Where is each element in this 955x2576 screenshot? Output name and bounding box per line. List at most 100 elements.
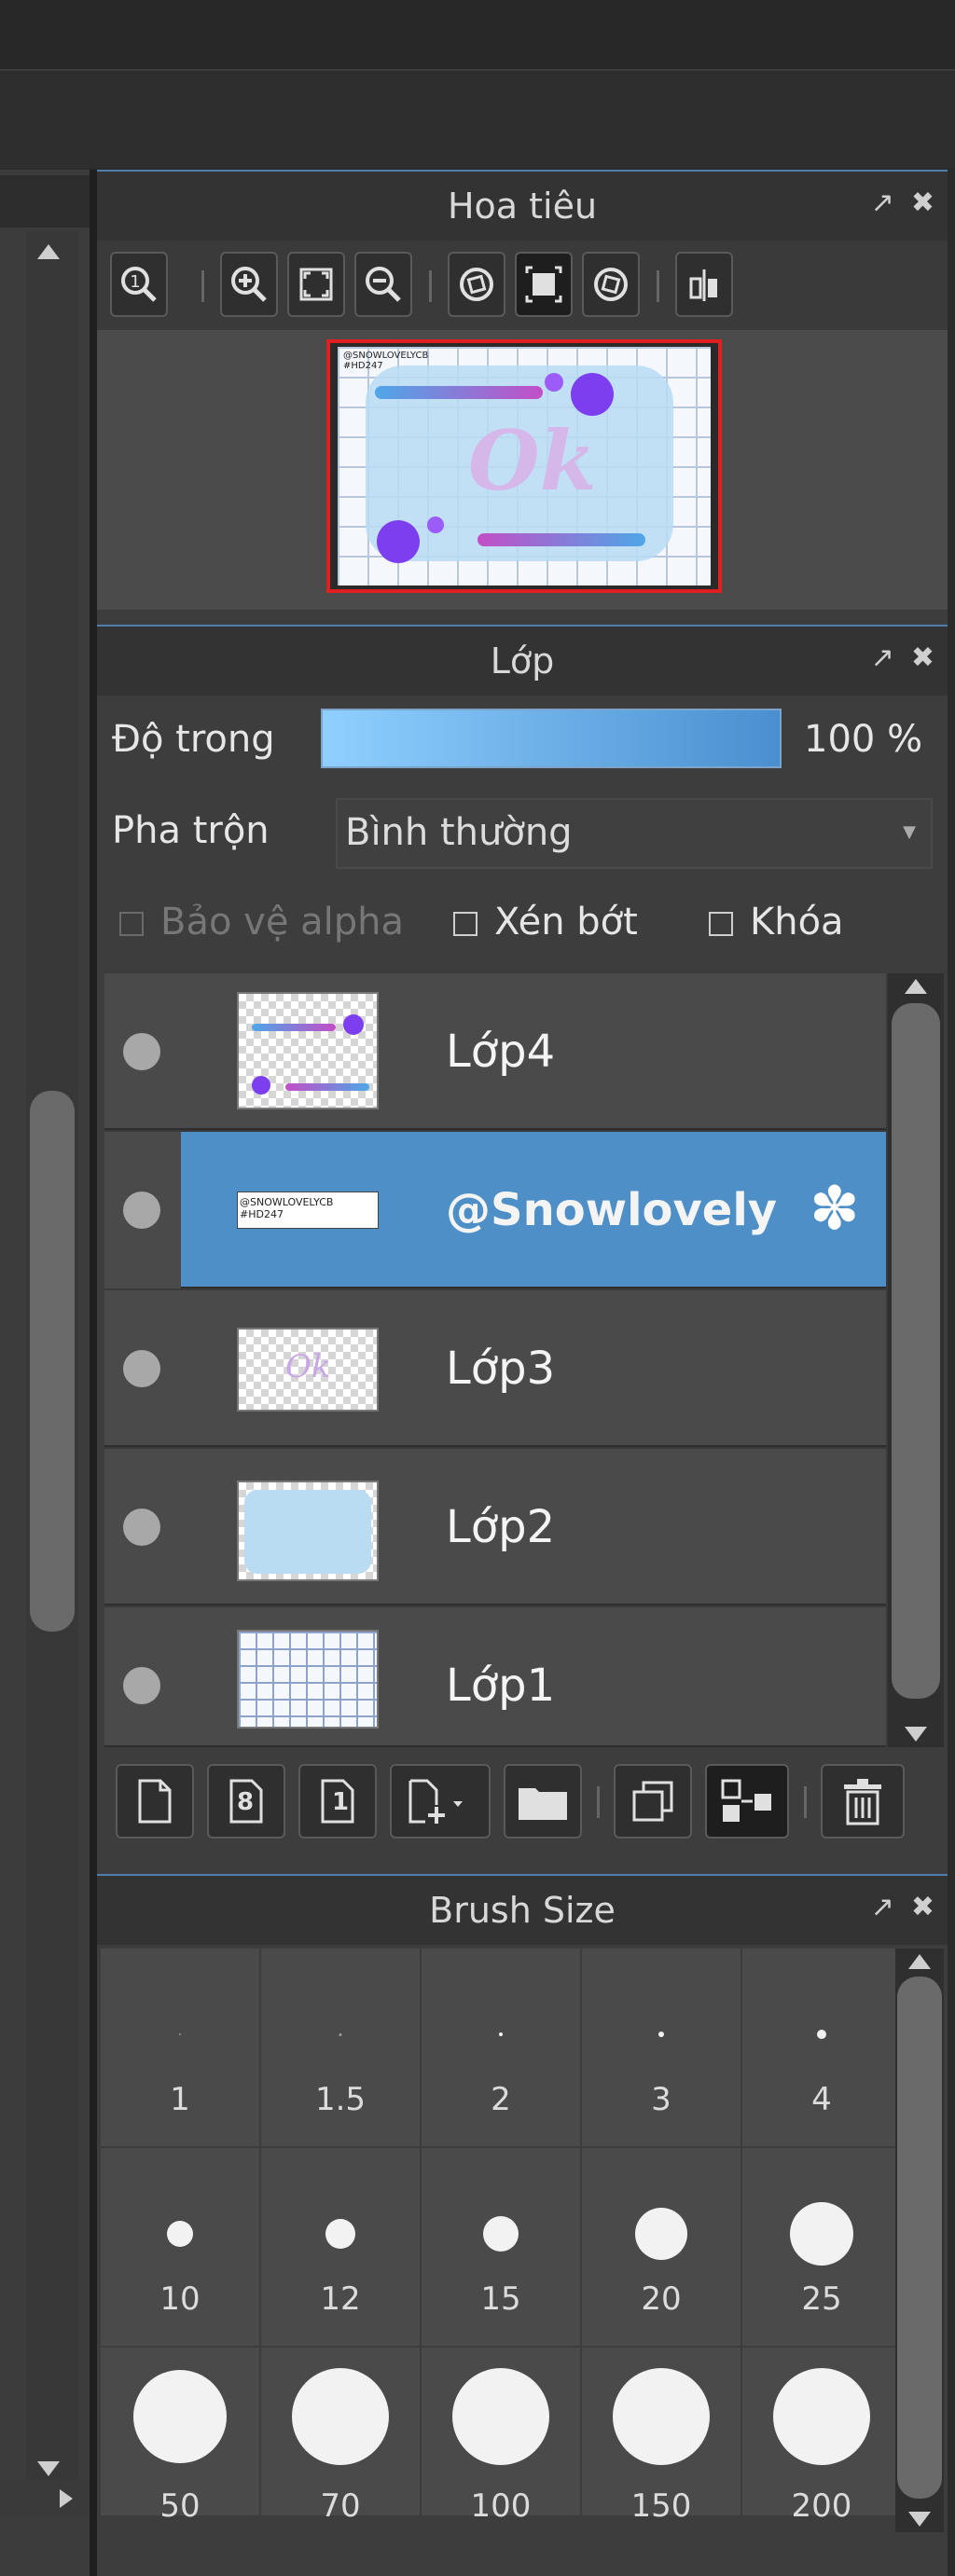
brush-size-label: 50 — [159, 2487, 201, 2525]
new-layer-icon[interactable] — [116, 1764, 194, 1839]
brush-size-cell[interactable]: 70 — [261, 2348, 420, 2525]
clip-label: Xén bớt — [494, 901, 638, 944]
scroll-down-arrow-icon[interactable] — [37, 2461, 60, 2476]
lock-label: Khóa — [750, 901, 844, 944]
brush-size-cell[interactable]: 15 — [422, 2148, 580, 2346]
thumbnail-text: @SNOWLOVELYCB #HD247 — [240, 1196, 334, 1220]
layer-scroll-thumb[interactable] — [892, 1003, 940, 1699]
svg-text:1: 1 — [130, 272, 140, 292]
zoom-in-icon[interactable] — [220, 252, 278, 317]
layer-name: Lớp3 — [446, 1343, 556, 1395]
panel-divider — [90, 170, 97, 2576]
lock-checkbox[interactable]: Khóa — [709, 901, 844, 944]
brush-scroll-thumb[interactable] — [897, 1977, 942, 2499]
brush-size-dot — [339, 2032, 342, 2036]
brush-size-cell[interactable]: 20 — [582, 2148, 740, 2346]
visibility-icon[interactable] — [123, 1350, 160, 1387]
preview-tag: @SNOWLOVELYCB #HD247 — [343, 351, 429, 371]
brush-size-label: 1.5 — [314, 2081, 367, 2118]
close-icon[interactable]: ✖ — [911, 1891, 934, 1923]
scroll-up-arrow-icon[interactable] — [37, 244, 60, 259]
badge-8: 8 — [237, 1788, 255, 1816]
brush-size-dot — [325, 2219, 355, 2249]
merge-icon[interactable] — [705, 1764, 789, 1839]
add-layer-menu-icon[interactable] — [390, 1764, 491, 1839]
popout-icon[interactable]: ↗ — [871, 1891, 894, 1923]
protect-alpha-label: Bảo vệ alpha — [160, 901, 405, 944]
visibility-icon[interactable] — [123, 1667, 160, 1704]
brush-size-label: 15 — [480, 2280, 521, 2318]
visibility-icon[interactable] — [123, 1508, 160, 1546]
checkbox-box — [453, 912, 478, 936]
opacity-value: 100 % — [804, 718, 923, 761]
brush-size-label: 10 — [159, 2280, 201, 2318]
delete-icon[interactable] — [821, 1764, 905, 1839]
brush-size-cell[interactable]: 50 — [101, 2348, 259, 2525]
fit-canvas-icon[interactable] — [515, 252, 573, 317]
scroll-up-arrow-icon[interactable] — [905, 979, 927, 994]
layer-row-snowlovely[interactable]: @SNOWLOVELYCB #HD247 @Snowlovely ✽ — [104, 1132, 886, 1288]
rotate-right-icon[interactable] — [582, 252, 640, 317]
layer-name: Lớp2 — [446, 1501, 556, 1553]
brush-size-dot — [790, 2202, 853, 2266]
visibility-icon[interactable] — [123, 1033, 160, 1070]
fit-screen-icon[interactable] — [287, 252, 345, 317]
canvas-scroll-thumb[interactable] — [30, 1091, 75, 1632]
brush-size-label: 4 — [811, 2081, 832, 2118]
brush-size-label: 70 — [320, 2487, 361, 2525]
clip-checkbox[interactable]: Xén bớt — [453, 901, 638, 944]
visibility-icon[interactable] — [123, 1192, 160, 1229]
close-icon[interactable]: ✖ — [911, 186, 934, 219]
duplicate-icon[interactable] — [614, 1764, 692, 1839]
scroll-up-arrow-icon[interactable] — [908, 1954, 931, 1969]
layer-row-3[interactable]: Ok Lớp3 — [104, 1290, 886, 1447]
navigator-viewport[interactable]: @SNOWLOVELYCB #HD247 Ok — [326, 339, 722, 593]
flip-icon[interactable] — [675, 252, 733, 317]
layer-row-2[interactable]: Lớp2 — [104, 1449, 886, 1605]
opacity-label: Độ trong — [112, 718, 275, 761]
navigator-toolbar: 1 — [97, 241, 948, 330]
new-8bit-layer-icon[interactable]: 8 — [207, 1764, 285, 1839]
brush-size-dot — [499, 2032, 503, 2036]
popout-icon[interactable]: ↗ — [871, 186, 894, 219]
layer-thumbnail — [237, 1481, 379, 1581]
close-icon[interactable]: ✖ — [911, 641, 934, 674]
brush-size-cell[interactable]: 10 — [101, 2148, 259, 2346]
brush-size-cell[interactable]: 12 — [261, 2148, 420, 2346]
brush-size-label: 100 — [470, 2487, 532, 2525]
layer-row-1[interactable]: Lớp1 — [104, 1607, 886, 1747]
blend-mode-select[interactable]: Bình thường ▼ — [336, 798, 933, 869]
navigator-thumbnail: @SNOWLOVELYCB #HD247 Ok — [338, 347, 711, 585]
scroll-right-arrow-icon[interactable] — [60, 2489, 73, 2508]
horizontal-scrollbar[interactable] — [0, 2480, 90, 2517]
folder-icon[interactable] — [504, 1764, 582, 1839]
brush-size-dot — [179, 2033, 181, 2035]
opacity-slider[interactable] — [321, 709, 782, 768]
brush-size-cell[interactable]: 200 — [742, 2348, 901, 2525]
brush-size-cell[interactable]: 1 — [101, 1949, 259, 2146]
brush-size-cell[interactable]: 4 — [742, 1949, 901, 2146]
gear-icon[interactable]: ✽ — [810, 1175, 860, 1244]
brush-size-cell[interactable]: 100 — [422, 2348, 580, 2525]
rotate-left-icon[interactable] — [448, 252, 505, 317]
zoom-out-icon[interactable] — [354, 252, 412, 317]
scroll-down-arrow-icon[interactable] — [908, 2512, 931, 2527]
brush-size-cell[interactable]: 2 — [422, 1949, 580, 2146]
layer-thumbnail: Ok — [237, 1328, 379, 1412]
zoom-actual-icon[interactable]: 1 — [110, 252, 168, 317]
popout-icon[interactable]: ↗ — [871, 641, 894, 674]
new-1bit-layer-icon[interactable]: 1 — [298, 1764, 377, 1839]
blend-mode-value: Bình thường — [345, 811, 573, 854]
navigator-header: Hoa tiêu ↗ ✖ — [97, 170, 948, 241]
layer-row-4[interactable]: Lớp4 — [104, 973, 886, 1130]
blend-label: Pha trộn — [112, 809, 270, 852]
brush-size-dot — [658, 2032, 664, 2037]
brush-size-cell[interactable]: 25 — [742, 2148, 901, 2346]
brush-size-cell[interactable]: 1.5 — [261, 1949, 420, 2146]
thumbnail-text: Ok — [285, 1348, 331, 1385]
scroll-down-arrow-icon[interactable] — [905, 1727, 927, 1742]
brush-size-dot — [635, 2208, 687, 2260]
brush-size-cell[interactable]: 3 — [582, 1949, 740, 2146]
protect-alpha-checkbox[interactable]: Bảo vệ alpha — [119, 901, 404, 944]
brush-size-cell[interactable]: 150 — [582, 2348, 740, 2525]
